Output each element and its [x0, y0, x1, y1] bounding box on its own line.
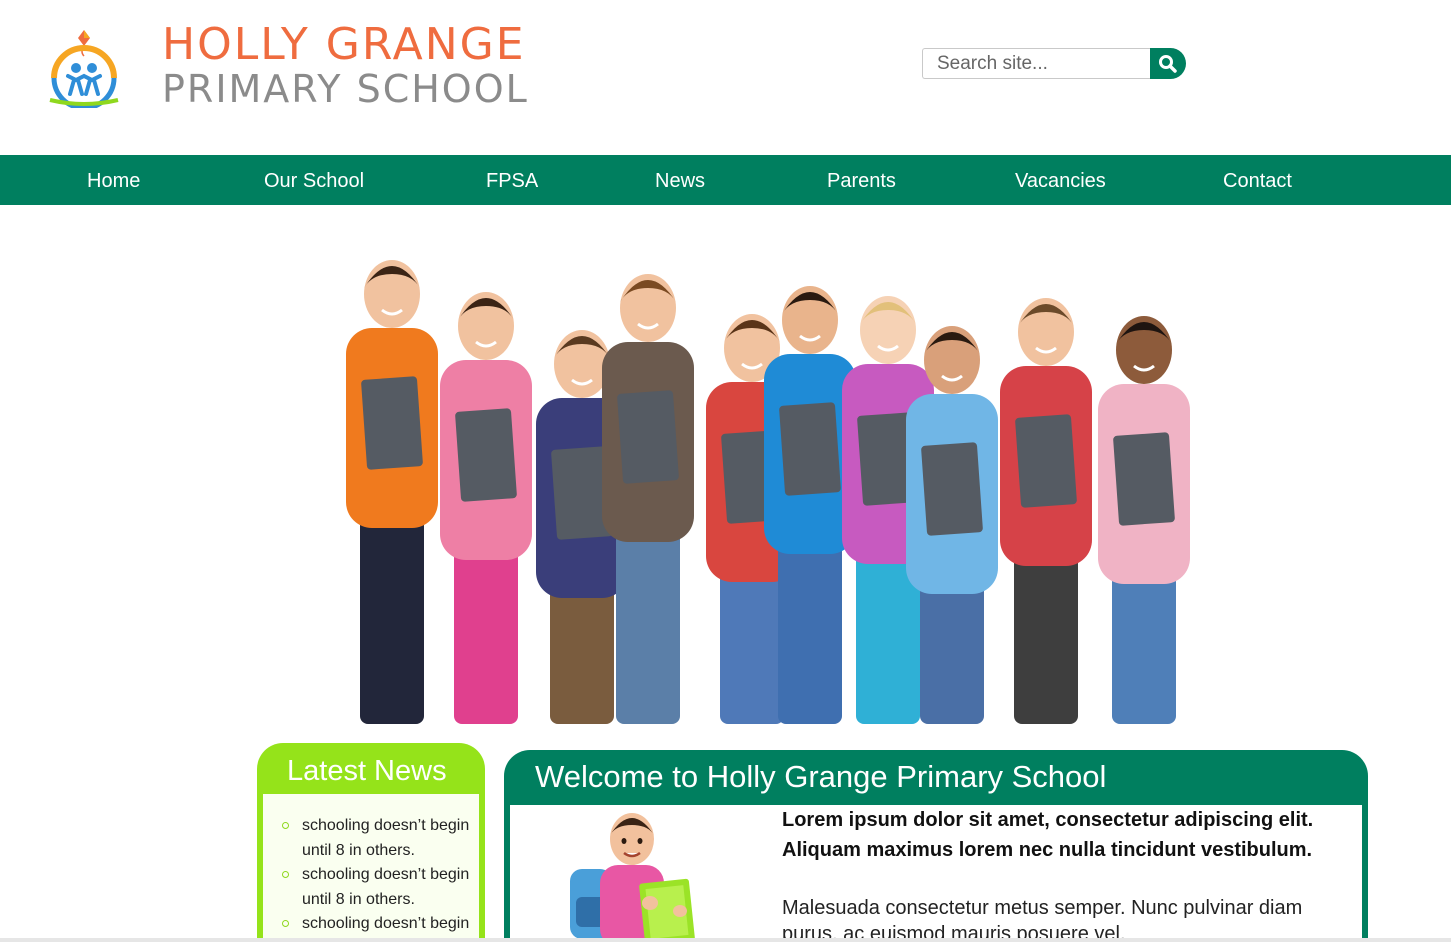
latest-news-list: schooling doesn’t begin until 8 in other… [281, 814, 477, 937]
news-item[interactable]: schooling doesn’t begin until 8 in other… [281, 814, 477, 863]
welcome-lead-text: Lorem ipsum dolor sit amet, consectetur … [782, 809, 1314, 861]
welcome-panel: Welcome to Holly Grange Primary School L… [504, 750, 1368, 942]
nav-item-home[interactable]: Home [87, 155, 140, 205]
search-icon [1159, 54, 1177, 73]
logo-line-1: HOLLY GRANGE [162, 19, 526, 70]
news-item-text: schooling doesn’t begin [302, 915, 470, 932]
latest-news-body: schooling doesn’t begin until 8 in other… [263, 794, 479, 942]
schoolboy-with-backpack-photo [570, 813, 695, 942]
nav-item-our-school[interactable]: Our School [264, 155, 364, 205]
group-of-schoolchildren-photo [258, 224, 1232, 724]
welcome-paragraph: Malesuada consectetur metus semper. Nunc… [782, 897, 1303, 942]
nav-item-parents[interactable]: Parents [827, 155, 896, 205]
news-item-text: schooling doesn’t begin until 8 in other… [302, 817, 470, 859]
logo-line-2: PRIMARY SCHOOL [162, 67, 529, 111]
site-search [922, 48, 1186, 79]
school-name-logo[interactable]: HOLLY GRANGE PRIMARY SCHOOL [162, 19, 529, 111]
nav-item-fpsa[interactable]: FPSA [486, 155, 538, 205]
latest-news-title: Latest News [287, 755, 447, 787]
search-input[interactable] [922, 48, 1152, 79]
main-navigation: Home Our School FPSA News Parents Vacanc… [0, 155, 1451, 205]
bullet-icon [282, 822, 289, 829]
news-item-text: schooling doesn’t begin until 8 in other… [302, 866, 470, 908]
latest-news-panel: Latest News schooling doesn’t begin unti… [257, 743, 485, 942]
welcome-body: Lorem ipsum dolor sit amet, consectetur … [510, 805, 1362, 942]
nav-item-contact[interactable]: Contact [1223, 155, 1292, 205]
nav-item-vacancies[interactable]: Vacancies [1015, 155, 1106, 205]
hero-image [258, 224, 1232, 724]
horizontal-scrollbar[interactable] [0, 938, 1451, 942]
site-header: HOLLY GRANGE PRIMARY SCHOOL [0, 0, 1451, 155]
search-button[interactable] [1150, 48, 1186, 79]
news-item[interactable]: schooling doesn’t begin [281, 912, 477, 937]
nav-item-news[interactable]: News [655, 155, 705, 205]
welcome-title: Welcome to Holly Grange Primary School [535, 759, 1107, 794]
school-logo-icon[interactable] [44, 28, 124, 108]
bullet-icon [282, 871, 289, 878]
news-item[interactable]: schooling doesn’t begin until 8 in other… [281, 863, 477, 912]
bullet-icon [282, 920, 289, 927]
